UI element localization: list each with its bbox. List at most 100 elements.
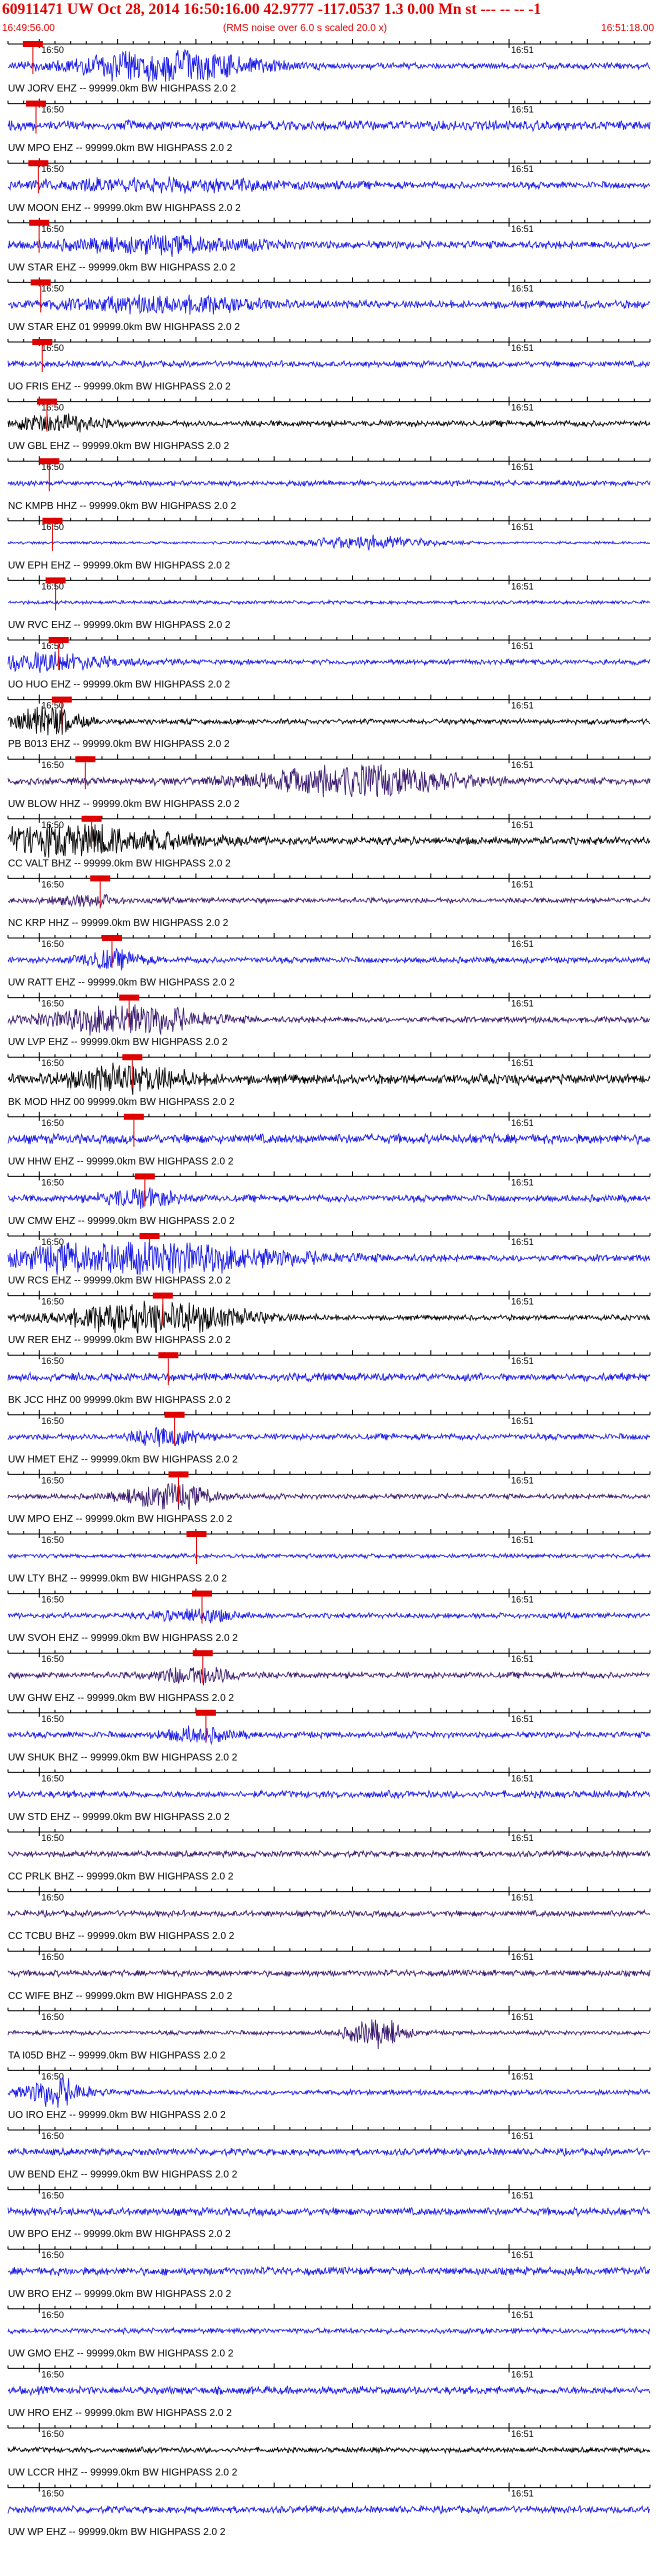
pick-marker [42,517,63,524]
scale-note: (RMS noise over 6.0 s scaled 20.0 x) [223,23,387,34]
pick-marker [28,160,49,167]
tick-label: 16:51 [511,1177,534,1187]
tick-label: 16:50 [41,939,64,949]
pick-marker [26,100,47,107]
station-label: UW SVOH EHZ -- 99999.0km BW HIGHPASS 2.0… [8,1633,238,1644]
tick-label: 16:51 [511,462,534,472]
tick-label: 16:51 [511,999,534,1009]
tick-label: 16:51 [511,1595,534,1605]
tick-label: 16:50 [41,2310,64,2320]
tick-label: 16:51 [511,105,534,115]
start-time-label: 16:49:56.00 [2,23,55,34]
station-label: UW HHW EHZ -- 99999.0km BW HIGHPASS 2.0 … [8,1156,234,1167]
tick-label: 16:51 [511,1654,534,1664]
waveform-trace [7,1666,651,1686]
waveform-trace [7,948,651,971]
waveform-trace [7,764,651,798]
tick-label: 16:50 [41,1118,64,1128]
waveform-trace [7,2504,651,2515]
tick-label: 16:50 [41,1893,64,1903]
station-label: CC PRLK BHZ -- 99999.0km BW HIGHPASS 2.0… [8,1872,234,1883]
waveform-trace [7,359,651,369]
station-label: UW JORV EHZ -- 99999.0km BW HIGHPASS 2.0… [8,84,236,95]
tick-label: 16:51 [511,522,534,532]
pick-marker [164,1411,185,1418]
waveform-trace [7,2019,651,2050]
station-label: UW RATT EHZ -- 99999.0km BW HIGHPASS 2.0… [8,978,235,989]
station-label: CC VALT BHZ -- 99999.0km BW HIGHPASS 2.0… [8,858,231,869]
waveform-trace [7,2265,651,2277]
tick-label: 16:50 [41,2131,64,2141]
tick-label: 16:50 [41,820,64,830]
station-label: UW CMW EHZ -- 99999.0km BW HIGHPASS 2.0 … [8,1216,235,1227]
tick-label: 16:51 [511,1833,534,1843]
pick-marker [75,756,96,763]
tick-label: 16:51 [511,2489,534,2499]
waveform-trace [7,534,651,552]
waveform-trace [7,1132,651,1146]
pick-marker [22,41,43,47]
tick-label: 16:51 [511,1773,534,1783]
tick-label: 16:51 [511,2310,534,2320]
tick-label: 16:50 [41,1654,64,1664]
tick-label: 16:50 [41,1714,64,1724]
station-label: UW MPO EHZ -- 99999.0km BW HIGHPASS 2.0 … [8,143,233,154]
station-label: PB B013 EHZ -- 99999.0km BW HIGHPASS 2.0… [8,739,230,750]
station-label: UW HRO EHZ -- 99999.0km BW HIGHPASS 2.0 … [8,2408,232,2419]
waveform-trace [8,1187,651,1209]
station-label: NC KMPB HHZ -- 99999.0km BW HIGHPASS 2.0… [8,501,237,512]
station-label: UW BEND EHZ -- 99999.0km BW HIGHPASS 2.0… [8,2170,238,2181]
waveform-trace [7,1004,651,1036]
waveform-trace [7,598,651,606]
tick-label: 16:51 [511,1237,534,1247]
station-label: UW MPO EHZ -- 99999.0km BW HIGHPASS 2.0 … [8,1514,233,1525]
waveform-trace [7,118,651,133]
tick-label: 16:51 [511,343,534,353]
station-label: UW LVP EHZ -- 99999.0km BW HIGHPASS 2.0 … [8,1037,228,1048]
tick-label: 16:51 [511,1297,534,1307]
waveform-trace [7,1908,651,1919]
pick-marker [139,1233,160,1239]
tick-label: 16:51 [511,879,534,889]
station-label: BK JCC HHZ 00 99999.0km BW HIGHPASS 2.0 … [8,1395,231,1406]
waveform-trace [7,1552,651,1560]
tick-label: 16:51 [511,1893,534,1903]
station-label: UO HUO EHZ -- 99999.0km BW HIGHPASS 2.0 … [8,680,231,691]
waveform-trace [7,1789,651,1800]
waveform-trace [7,705,651,736]
waveform-trace [7,176,651,194]
tick-label: 16:51 [511,283,534,293]
waveform-trace [7,893,651,908]
tick-label: 16:50 [41,2250,64,2260]
station-label: UW STD EHZ -- 99999.0km BW HIGHPASS 2.0 … [8,1812,230,1823]
tick-label: 16:50 [41,2012,64,2022]
waveform-trace [7,1062,651,1095]
tick-label: 16:50 [41,1475,64,1485]
tick-label: 16:50 [41,760,64,770]
station-label: UW LCCR HHZ -- 99999.0km BW HIGHPASS 2.0… [8,2468,238,2479]
station-label: UW RER EHZ -- 99999.0km BW HIGHPASS 2.0 … [8,1335,231,1346]
tick-label: 16:51 [511,1416,534,1426]
waveform-trace [7,823,651,858]
pick-marker [192,1650,213,1657]
pick-marker [81,815,102,822]
waveform-trace [7,1300,651,1334]
tick-label: 16:51 [511,641,534,651]
tick-label: 16:51 [511,2012,534,2022]
pick-marker [32,339,53,345]
tick-label: 16:50 [41,1058,64,1068]
tick-label: 16:50 [41,1177,64,1187]
pick-marker [51,696,72,703]
station-label: UW BPO EHZ -- 99999.0km BW HIGHPASS 2.0 … [8,2229,231,2240]
waveform-trace [7,1608,651,1624]
pick-marker [191,1590,212,1597]
tick-label: 16:50 [41,1416,64,1426]
station-label: CC TCBU BHZ -- 99999.0km BW HIGHPASS 2.0… [8,1931,235,1942]
waveform-trace [7,294,651,315]
station-label: UW EPH EHZ -- 99999.0km BW HIGHPASS 2.0 … [8,560,231,571]
tick-label: 16:50 [41,1595,64,1605]
waveform-trace [7,1483,651,1510]
station-label: UW MOON EHZ -- 99999.0km BW HIGHPASS 2.0… [8,203,241,214]
tick-label: 16:50 [41,879,64,889]
pick-marker [158,1352,179,1359]
